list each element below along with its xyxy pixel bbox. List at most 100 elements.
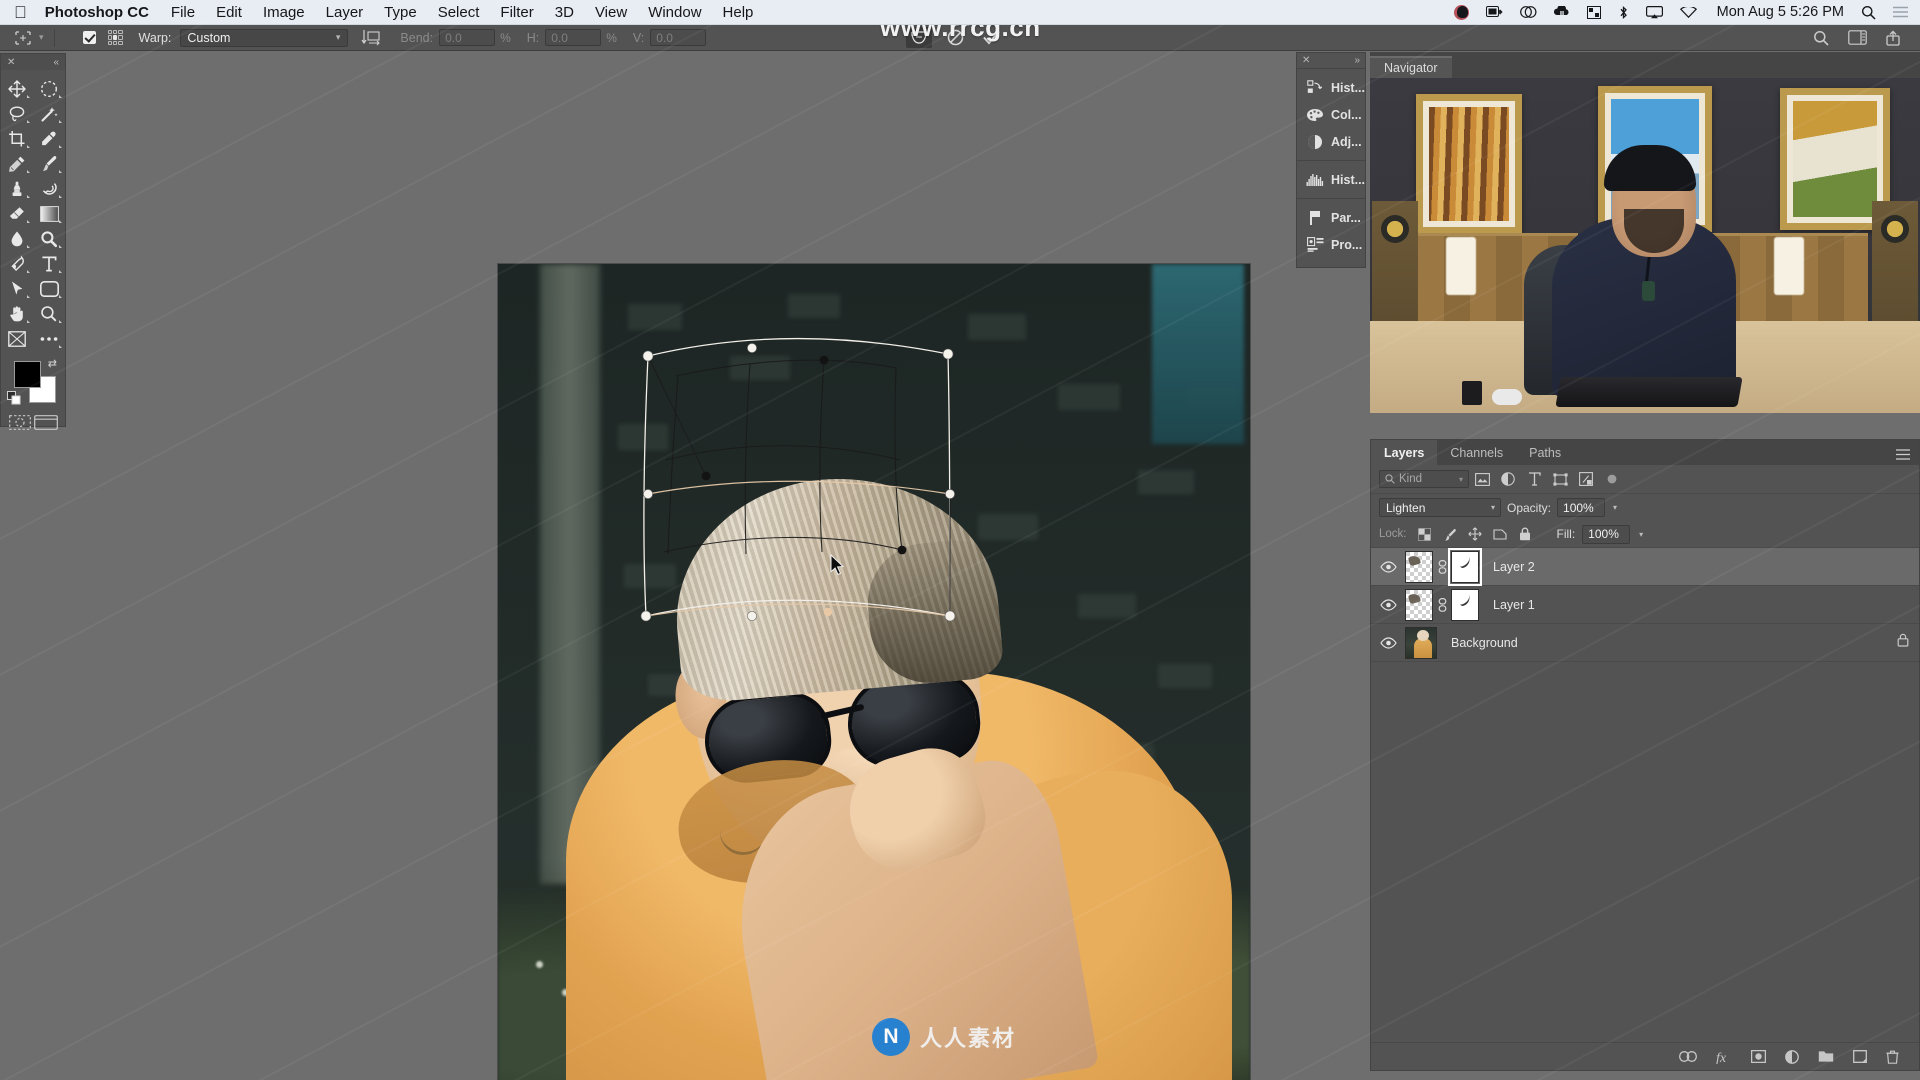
double-chevron-icon[interactable]: »	[1354, 55, 1360, 66]
blend-mode-select[interactable]: Lighten ▾	[1379, 498, 1501, 517]
screen-mode-icon[interactable]	[33, 415, 58, 435]
move-tool[interactable]	[1, 76, 33, 101]
link-layers-icon[interactable]	[1679, 1051, 1697, 1062]
menu-view[interactable]: View	[595, 4, 627, 21]
apple-icon[interactable]: 	[14, 4, 27, 21]
workspace-icon[interactable]	[1844, 27, 1870, 48]
filter-shape-icon[interactable]	[1547, 469, 1573, 489]
bluetooth-icon[interactable]	[1618, 5, 1629, 19]
delete-layer-icon[interactable]	[1886, 1050, 1899, 1064]
search-icon[interactable]	[1861, 5, 1876, 20]
new-layer-icon[interactable]	[1853, 1050, 1867, 1063]
magic-wand-tool[interactable]	[33, 101, 65, 126]
dock-item-color[interactable]: Col...	[1297, 101, 1365, 128]
layer-name[interactable]: Background	[1451, 636, 1518, 650]
brush-tool[interactable]	[33, 151, 65, 176]
eraser-tool[interactable]	[1, 201, 33, 226]
layer-visibility-icon[interactable]	[1371, 636, 1405, 649]
menu-file[interactable]: File	[171, 4, 195, 21]
dock-item-history[interactable]: Hist...	[1297, 74, 1365, 101]
dock-item-paragraph[interactable]: Par...	[1297, 204, 1365, 231]
tool-preset-chevron-icon[interactable]: ▾	[39, 32, 44, 43]
layer-kind-filter[interactable]: Kind ▾	[1379, 470, 1469, 488]
wifi-icon[interactable]	[1679, 6, 1697, 18]
layer-mask-link-icon[interactable]	[1433, 559, 1451, 574]
document-canvas[interactable]	[498, 264, 1250, 1080]
layer-mask-thumbnail[interactable]	[1451, 588, 1479, 621]
new-group-icon[interactable]	[1818, 1050, 1834, 1063]
swap-colors-icon[interactable]: ⇄	[48, 357, 57, 370]
layer-visibility-icon[interactable]	[1371, 598, 1405, 611]
tab-navigator[interactable]: Navigator	[1370, 56, 1452, 78]
more-tools[interactable]	[33, 326, 65, 351]
control-center-icon[interactable]	[1893, 6, 1908, 18]
bend-input[interactable]: 0.0	[439, 29, 496, 46]
filter-adjustment-icon[interactable]	[1495, 469, 1521, 489]
eyedropper-tool[interactable]	[33, 126, 65, 151]
tab-layers[interactable]: Layers	[1371, 440, 1438, 465]
hand-tool[interactable]	[1, 301, 33, 326]
layer-name[interactable]: Layer 2	[1493, 560, 1535, 574]
dock-item-properties[interactable]: Pro...	[1297, 231, 1365, 258]
zoom-tool[interactable]	[33, 301, 65, 326]
gradient-tool[interactable]	[33, 201, 65, 226]
filter-smart-object-icon[interactable]	[1573, 469, 1599, 489]
app-name-menu[interactable]: Photoshop CC	[45, 4, 149, 21]
blur-tool[interactable]	[1, 226, 33, 251]
h-input[interactable]: 0.0	[545, 29, 602, 46]
dodge-tool[interactable]	[33, 226, 65, 251]
history-brush-tool[interactable]	[33, 176, 65, 201]
lock-position-icon[interactable]	[1466, 527, 1484, 541]
close-icon[interactable]: ✕	[7, 57, 15, 68]
reference-point-grid[interactable]	[107, 30, 123, 45]
navigator-preview[interactable]	[1370, 78, 1920, 413]
menubar-clock[interactable]: Mon Aug 5 5:26 PM	[1717, 4, 1844, 20]
screen-share-icon[interactable]	[1485, 5, 1503, 19]
layer-thumbnail[interactable]	[1405, 626, 1437, 659]
layer-thumbnail[interactable]	[1405, 588, 1433, 621]
filter-type-icon[interactable]	[1521, 469, 1547, 489]
warp-orientation-button[interactable]	[358, 27, 384, 48]
panel-menu-icon[interactable]	[1896, 447, 1910, 465]
menu-image[interactable]: Image	[263, 4, 305, 21]
filter-pixel-icon[interactable]	[1469, 469, 1495, 489]
table-row[interactable]: Background	[1371, 624, 1919, 662]
lock-image-pixels-icon[interactable]	[1441, 528, 1459, 541]
edit-toolbar-tool[interactable]	[1, 326, 33, 351]
v-input[interactable]: 0.0	[650, 29, 707, 46]
tab-channels[interactable]: Channels	[1437, 440, 1516, 465]
table-row[interactable]: Layer 1	[1371, 586, 1919, 624]
dropbox-icon[interactable]	[1553, 5, 1570, 19]
grid-icon[interactable]	[1586, 5, 1601, 19]
clone-stamp-tool[interactable]	[1, 176, 33, 201]
layer-name[interactable]: Layer 1	[1493, 598, 1535, 612]
share-icon[interactable]	[1880, 27, 1906, 48]
menu-edit[interactable]: Edit	[216, 4, 242, 21]
menu-3d[interactable]: 3D	[555, 4, 574, 21]
layer-visibility-icon[interactable]	[1371, 560, 1405, 573]
menu-type[interactable]: Type	[384, 4, 417, 21]
fill-stepper-icon[interactable]: ▾	[1639, 530, 1643, 539]
filter-toggle-icon[interactable]	[1599, 469, 1625, 489]
pen-tool[interactable]	[1, 251, 33, 276]
layer-mask-link-icon[interactable]	[1433, 597, 1451, 612]
add-layer-style-icon[interactable]: fx	[1716, 1050, 1732, 1064]
user-avatar-icon[interactable]	[1453, 4, 1469, 20]
opacity-input[interactable]: 100%	[1557, 498, 1606, 517]
menu-layer[interactable]: Layer	[326, 4, 364, 21]
lock-artboard-icon[interactable]	[1491, 528, 1509, 541]
new-adjustment-layer-icon[interactable]	[1785, 1049, 1799, 1064]
opacity-stepper-icon[interactable]: ▾	[1613, 503, 1617, 512]
default-colors-icon[interactable]	[7, 391, 21, 410]
close-icon[interactable]: ✕	[1302, 55, 1310, 66]
rectangle-tool[interactable]	[33, 276, 65, 301]
lasso-tool[interactable]	[1, 101, 33, 126]
warp-style-select[interactable]: Custom ▾	[180, 28, 349, 47]
warp-tool-icon[interactable]	[10, 28, 36, 48]
layer-mask-thumbnail[interactable]	[1448, 547, 1482, 586]
layer-thumbnail[interactable]	[1405, 550, 1433, 583]
toggle-reference-point-checkbox[interactable]	[82, 31, 96, 44]
add-layer-mask-icon[interactable]	[1751, 1050, 1766, 1063]
quick-mask-icon[interactable]	[8, 415, 31, 435]
dock-item-histogram[interactable]: Hist...	[1297, 166, 1365, 193]
